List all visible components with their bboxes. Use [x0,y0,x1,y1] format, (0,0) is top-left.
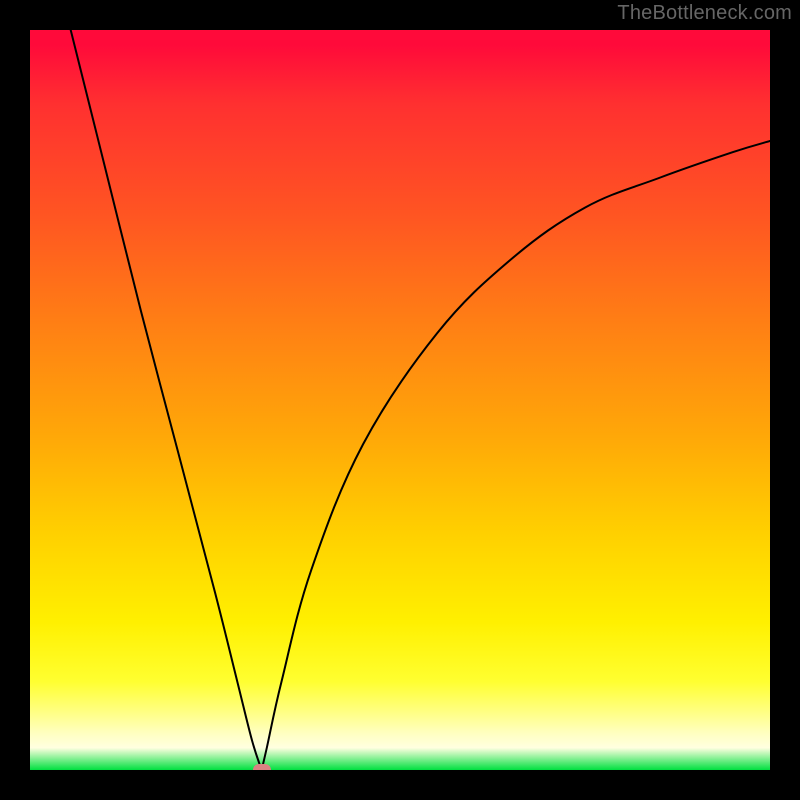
chart-container: TheBottleneck.com [0,0,800,800]
bottleneck-curve-right [262,141,770,770]
bottleneck-curve-left [71,30,262,770]
curve-svg [30,30,770,770]
minimum-marker [253,764,271,770]
watermark-text: TheBottleneck.com [617,2,792,25]
plot-area [30,30,770,770]
